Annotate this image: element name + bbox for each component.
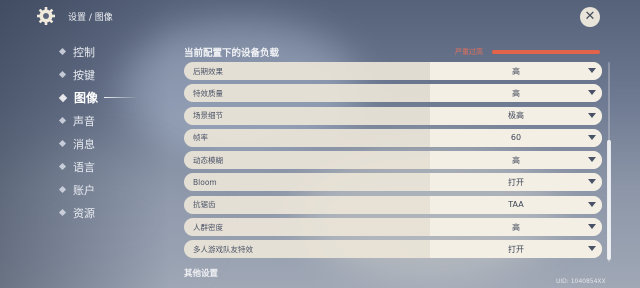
- diamond-icon: [58, 70, 67, 79]
- sidebar-item-label: 账户: [73, 183, 95, 197]
- diamond-icon: [58, 139, 67, 148]
- diamond-icon: [58, 208, 67, 217]
- setting-value: 打开: [508, 244, 524, 254]
- chevron-down-icon: [588, 179, 596, 185]
- gear-icon: [36, 6, 56, 26]
- setting-row-post-processing[interactable]: 后期效果 高: [184, 62, 602, 80]
- chevron-down-icon: [588, 68, 596, 73]
- settings-list: 后期效果高 特效质量高 场景细节 极高 帧率 60 动态模糊高 Bloom 打开 抗锯…: [184, 62, 602, 263]
- close-button[interactable]: ✕: [580, 7, 600, 27]
- sidebar-item-resources[interactable]: 资源: [58, 201, 160, 224]
- sidebar-item-label: 资源: [73, 206, 95, 220]
- scrollbar-thumb[interactable]: [607, 140, 611, 260]
- diamond-icon: [58, 47, 67, 56]
- sidebar: 控制 按键 图像 声音 消息 语言 账户 资源: [58, 40, 160, 224]
- header: 设置 / 图像: [36, 6, 113, 26]
- setting-row-scene-detail[interactable]: 场景细节 极高: [184, 106, 602, 125]
- setting-value: TAA: [508, 200, 524, 210]
- sidebar-item-label: 语言: [73, 160, 95, 174]
- device-load-bar: [492, 50, 600, 54]
- chevron-down-icon: [588, 134, 596, 140]
- chevron-down-icon: [588, 201, 596, 207]
- setting-value: 高: [512, 222, 520, 232]
- sidebar-item-controls[interactable]: 控制: [58, 40, 160, 63]
- sidebar-item-label: 声音: [73, 114, 95, 128]
- chevron-down-icon: [588, 224, 596, 230]
- setting-label: 特效质量: [193, 88, 223, 98]
- setting-row-bloom[interactable]: Bloom 打开: [184, 173, 602, 192]
- sidebar-item-label: 图像: [74, 91, 99, 105]
- diamond-icon: [58, 185, 67, 194]
- other-settings-title: 其他设置: [184, 269, 219, 279]
- setting-label: 多人游戏队友特效: [193, 244, 253, 254]
- setting-value: 高: [512, 155, 520, 165]
- setting-dropdown[interactable]: 高: [430, 151, 602, 170]
- sidebar-item-keybinds[interactable]: 按键: [58, 63, 160, 86]
- setting-row-anti-aliasing[interactable]: 抗锯齿 TAA: [184, 195, 602, 214]
- setting-label: Bloom: [193, 177, 217, 187]
- setting-value: 高: [512, 88, 520, 98]
- sidebar-item-language[interactable]: 语言: [58, 155, 160, 178]
- setting-dropdown[interactable]: 高: [430, 84, 602, 103]
- setting-dropdown[interactable]: 打开: [430, 173, 602, 192]
- setting-dropdown[interactable]: 60: [430, 128, 602, 147]
- setting-dropdown[interactable]: TAA: [430, 195, 602, 214]
- setting-label: 场景细节: [193, 111, 223, 121]
- setting-dropdown[interactable]: 高: [430, 218, 602, 237]
- chevron-down-icon: [588, 157, 596, 163]
- setting-dropdown[interactable]: 极高: [430, 106, 602, 125]
- chevron-down-icon: [588, 112, 596, 118]
- setting-label: 抗锯齿: [193, 200, 216, 210]
- setting-label: 人群密度: [193, 222, 223, 232]
- setting-dropdown[interactable]: 打开: [430, 240, 602, 259]
- sidebar-item-messages[interactable]: 消息: [58, 132, 160, 155]
- uid-label: UID: 1040854XX: [556, 278, 606, 285]
- active-indicator-line: [104, 97, 138, 98]
- setting-value: 高: [512, 66, 520, 76]
- setting-value: 极高: [508, 111, 524, 121]
- setting-label: 动态模糊: [193, 155, 223, 165]
- breadcrumb: 设置 / 图像: [68, 12, 113, 23]
- chevron-down-icon: [588, 90, 596, 96]
- sidebar-item-label: 控制: [73, 45, 95, 59]
- diamond-icon: [58, 116, 67, 125]
- setting-row-crowd-density[interactable]: 人群密度 高: [184, 218, 602, 237]
- setting-value: 打开: [508, 177, 524, 187]
- setting-label: 帧率: [193, 133, 208, 143]
- diamond-icon: [58, 162, 67, 171]
- sidebar-item-label: 消息: [73, 137, 95, 151]
- chevron-down-icon: [588, 246, 596, 252]
- setting-row-motion-blur[interactable]: 动态模糊 高: [184, 151, 602, 170]
- setting-row-effects-quality[interactable]: 特效质量 高: [184, 84, 602, 103]
- sidebar-item-label: 按键: [73, 68, 95, 82]
- device-load-title: 当前配置下的设备负载: [184, 48, 280, 59]
- setting-value: 60: [510, 133, 522, 143]
- sidebar-item-audio[interactable]: 声音: [58, 109, 160, 132]
- device-load-status: 严重过高: [455, 48, 483, 56]
- setting-row-fps[interactable]: 帧率 60: [184, 128, 602, 147]
- diamond-icon: [58, 93, 68, 102]
- setting-dropdown[interactable]: 高: [430, 62, 602, 80]
- setting-row-coop-teammate-effects[interactable]: 多人游戏队友特效 打开: [184, 240, 602, 259]
- setting-label: 后期效果: [193, 66, 223, 76]
- sidebar-item-account[interactable]: 账户: [58, 178, 160, 201]
